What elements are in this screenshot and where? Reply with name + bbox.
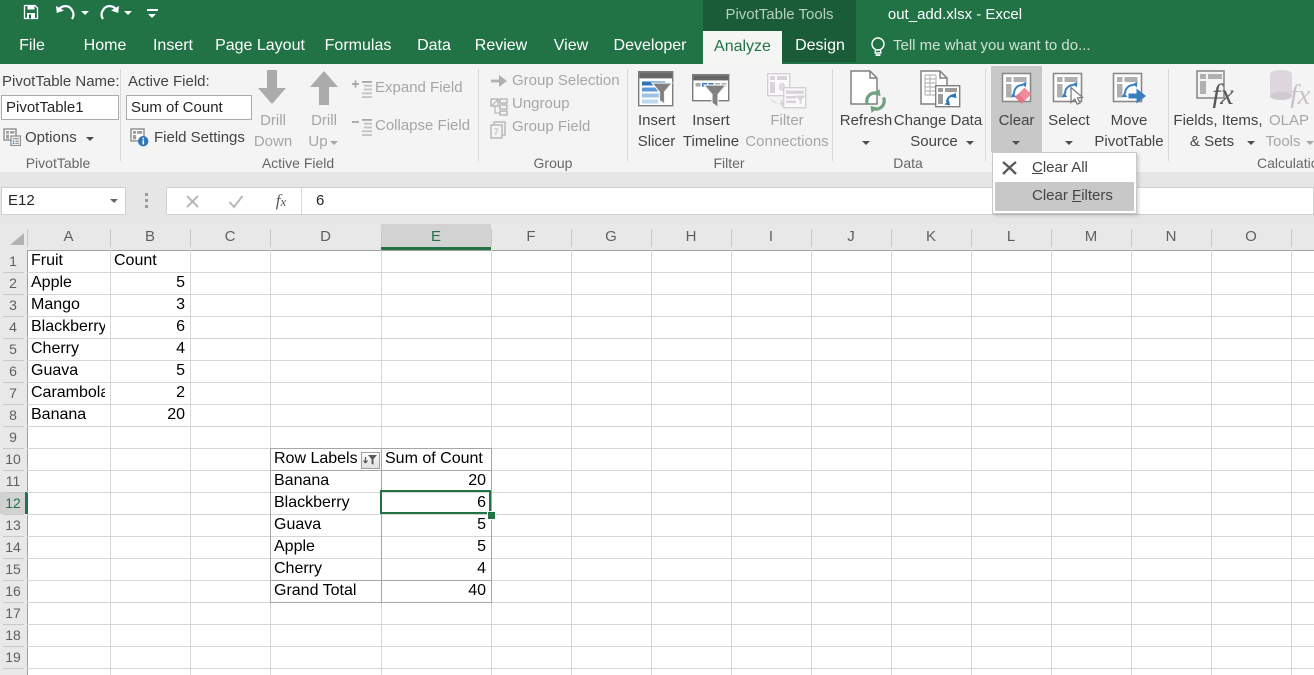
- svg-text:fx: fx: [1290, 80, 1311, 108]
- svg-text:7: 7: [494, 127, 499, 137]
- svg-text:fx: fx: [1212, 78, 1234, 108]
